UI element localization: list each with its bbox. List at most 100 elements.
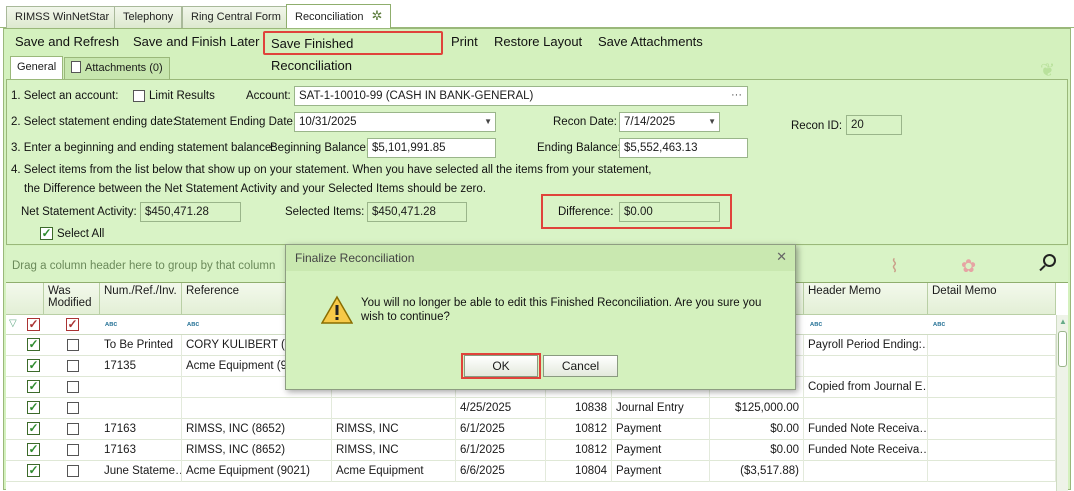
account-field[interactable]: SAT-1-10010-99 (CASH IN BANK-GENERAL) ··… xyxy=(294,86,748,106)
print-button[interactable]: Print xyxy=(445,31,484,55)
account-value: SAT-1-10010-99 (CASH IN BANK-GENERAL) xyxy=(299,90,534,102)
table-row[interactable]: ✓ June Stateme… Acme Equipment (9021) Acme … xyxy=(6,461,1056,482)
cell-num xyxy=(100,398,182,419)
flower-decoration-icon: ✿ xyxy=(961,256,977,276)
detail-memo-column-header[interactable]: Detail Memo xyxy=(928,283,1056,315)
cell-header-memo xyxy=(804,356,928,377)
scroll-up-icon[interactable]: ▲ xyxy=(1059,317,1067,326)
warning-icon xyxy=(321,295,353,324)
tab-telephony[interactable]: Telephony xyxy=(114,6,183,28)
was-modified-column-header[interactable]: Was Modified xyxy=(44,283,100,315)
cell-header-memo: Funded Note Receiva… xyxy=(804,440,928,461)
save-and-refresh-button[interactable]: Save and Refresh xyxy=(9,31,125,55)
cell-detail-memo xyxy=(928,356,1056,377)
cell-header-memo: Funded Note Receiva… xyxy=(804,419,928,440)
row-select-checkbox[interactable]: ✓ xyxy=(27,380,40,393)
cell-id: 10812 xyxy=(546,440,612,461)
cell-amount: $0.00 xyxy=(710,440,804,461)
tab-reconciliation[interactable]: Reconciliation ✲ xyxy=(286,4,392,29)
difference-field: $0.00 xyxy=(619,202,720,222)
tab-ring-central-form[interactable]: Ring Central Form xyxy=(182,6,290,28)
tab-attachments-label: Attachments (0) xyxy=(85,62,163,74)
table-row[interactable]: ✓ 17163 RIMSS, INC (8652) RIMSS, INC 6/1/202… xyxy=(6,440,1056,461)
filter-icon[interactable]: ▽ xyxy=(9,318,17,329)
table-row[interactable]: ✓ 17163 RIMSS, INC (8652) RIMSS, INC 6/1/202… xyxy=(6,419,1056,440)
text-filter-icon[interactable]: ᴀʙc xyxy=(933,321,945,328)
cell-num: June Stateme… xyxy=(100,461,182,482)
dialog-message: You will no longer be able to edit this … xyxy=(361,297,762,323)
row-modified-checkbox[interactable] xyxy=(67,402,79,414)
cell-type: Payment xyxy=(612,440,710,461)
row-modified-checkbox[interactable] xyxy=(67,423,79,435)
tab-attachments[interactable]: Attachments (0) xyxy=(64,57,170,79)
cell-amount: $125,000.00 xyxy=(710,398,804,419)
statement-ending-date-field[interactable]: 10/31/2025 ▼ xyxy=(294,112,496,132)
net-statement-activity-field: $450,471.28 xyxy=(140,202,241,222)
row-modified-checkbox[interactable] xyxy=(67,339,79,351)
save-and-finish-later-button[interactable]: Save and Finish Later xyxy=(127,31,265,55)
statement-ending-date-value: 10/31/2025 xyxy=(299,116,357,128)
row-select-checkbox[interactable]: ✓ xyxy=(27,401,40,414)
text-filter-icon[interactable]: ᴀʙc xyxy=(810,321,822,328)
header-memo-column-header[interactable]: Header Memo xyxy=(804,283,928,315)
limit-results-checkbox[interactable] xyxy=(133,90,145,102)
row-select-checkbox[interactable]: ✓ xyxy=(27,422,40,435)
tab-general[interactable]: General xyxy=(10,56,64,80)
row-select-checkbox[interactable]: ✓ xyxy=(27,464,40,477)
pin-icon[interactable]: ✲ xyxy=(371,5,382,26)
row-modified-checkbox[interactable] xyxy=(67,381,79,393)
cell-date: 4/25/2025 xyxy=(456,398,546,419)
net-statement-activity-label: Net Statement Activity: xyxy=(21,206,137,218)
cell-detail-memo xyxy=(928,335,1056,356)
selected-items-label: Selected Items: xyxy=(285,206,365,218)
recon-date-field[interactable]: 7/14/2025 ▼ xyxy=(619,112,720,132)
num-ref-column-header[interactable]: Num./Ref./Inv. xyxy=(100,283,182,315)
scrollbar-thumb[interactable] xyxy=(1058,331,1067,367)
select-column-header[interactable] xyxy=(6,283,44,315)
chevron-down-icon[interactable]: ▼ xyxy=(708,113,716,131)
save-finished-reconciliation-button[interactable]: Save Finished Reconciliation xyxy=(263,31,443,73)
table-row[interactable]: ✓ 4/25/2025 10838 Journal Entry $125,000.00 xyxy=(6,398,1056,419)
statement-ending-date-label: Statement Ending Date: xyxy=(174,116,297,128)
save-attachments-button[interactable]: Save Attachments xyxy=(592,31,709,55)
selected-items-field: $450,471.28 xyxy=(367,202,467,222)
ellipsis-button[interactable]: ··· xyxy=(731,87,742,104)
row-modified-checkbox[interactable] xyxy=(67,444,79,456)
row-select-checkbox[interactable]: ✓ xyxy=(27,359,40,372)
cell-header-memo xyxy=(804,461,928,482)
ok-button[interactable]: OK xyxy=(464,355,538,377)
cell-id: 10838 xyxy=(546,398,612,419)
ending-balance-field[interactable]: $5,552,463.13 xyxy=(619,138,748,158)
cell-num: 17163 xyxy=(100,419,182,440)
cell-amount: $0.00 xyxy=(710,419,804,440)
tab-reconciliation-label: Reconciliation xyxy=(295,11,364,23)
recon-id-field: 20 xyxy=(846,115,902,135)
cell-amount: ($3,517.88) xyxy=(710,461,804,482)
close-icon[interactable]: ✕ xyxy=(776,249,787,265)
finalize-reconciliation-dialog: Finalize Reconciliation ✕ You will no lo… xyxy=(285,244,796,390)
text-filter-icon[interactable]: ᴀʙc xyxy=(187,321,199,328)
row-modified-checkbox[interactable] xyxy=(67,465,79,477)
filter-modified-checkbox[interactable]: ✓ xyxy=(66,318,79,331)
cell-ref: RIMSS, INC (8652) xyxy=(182,419,332,440)
limit-results-label: Limit Results xyxy=(149,90,215,102)
cell-id: 10804 xyxy=(546,461,612,482)
tab-rimss-winnetstar[interactable]: RIMSS WinNetStar xyxy=(6,6,119,28)
text-filter-icon[interactable]: ᴀʙc xyxy=(105,321,117,328)
beginning-balance-label: Beginning Balance: xyxy=(270,142,370,154)
filter-checked-checkbox[interactable]: ✓ xyxy=(27,318,40,331)
vertical-scrollbar[interactable]: ▲ xyxy=(1056,315,1068,491)
row-modified-checkbox[interactable] xyxy=(67,360,79,372)
cell-ref: RIMSS, INC (8652) xyxy=(182,440,332,461)
restore-layout-button[interactable]: Restore Layout xyxy=(488,31,588,55)
cell-date: 6/6/2025 xyxy=(456,461,546,482)
cell-name: RIMSS, INC xyxy=(332,440,456,461)
select-all-checkbox[interactable]: ✓ xyxy=(40,227,53,240)
row-select-checkbox[interactable]: ✓ xyxy=(27,338,40,351)
row-select-checkbox[interactable]: ✓ xyxy=(27,443,40,456)
cancel-button[interactable]: Cancel xyxy=(543,355,618,377)
cell-name xyxy=(332,398,456,419)
beginning-balance-field[interactable]: $5,101,991.85 xyxy=(367,138,496,158)
cell-detail-memo xyxy=(928,398,1056,419)
chevron-down-icon[interactable]: ▼ xyxy=(484,113,492,131)
